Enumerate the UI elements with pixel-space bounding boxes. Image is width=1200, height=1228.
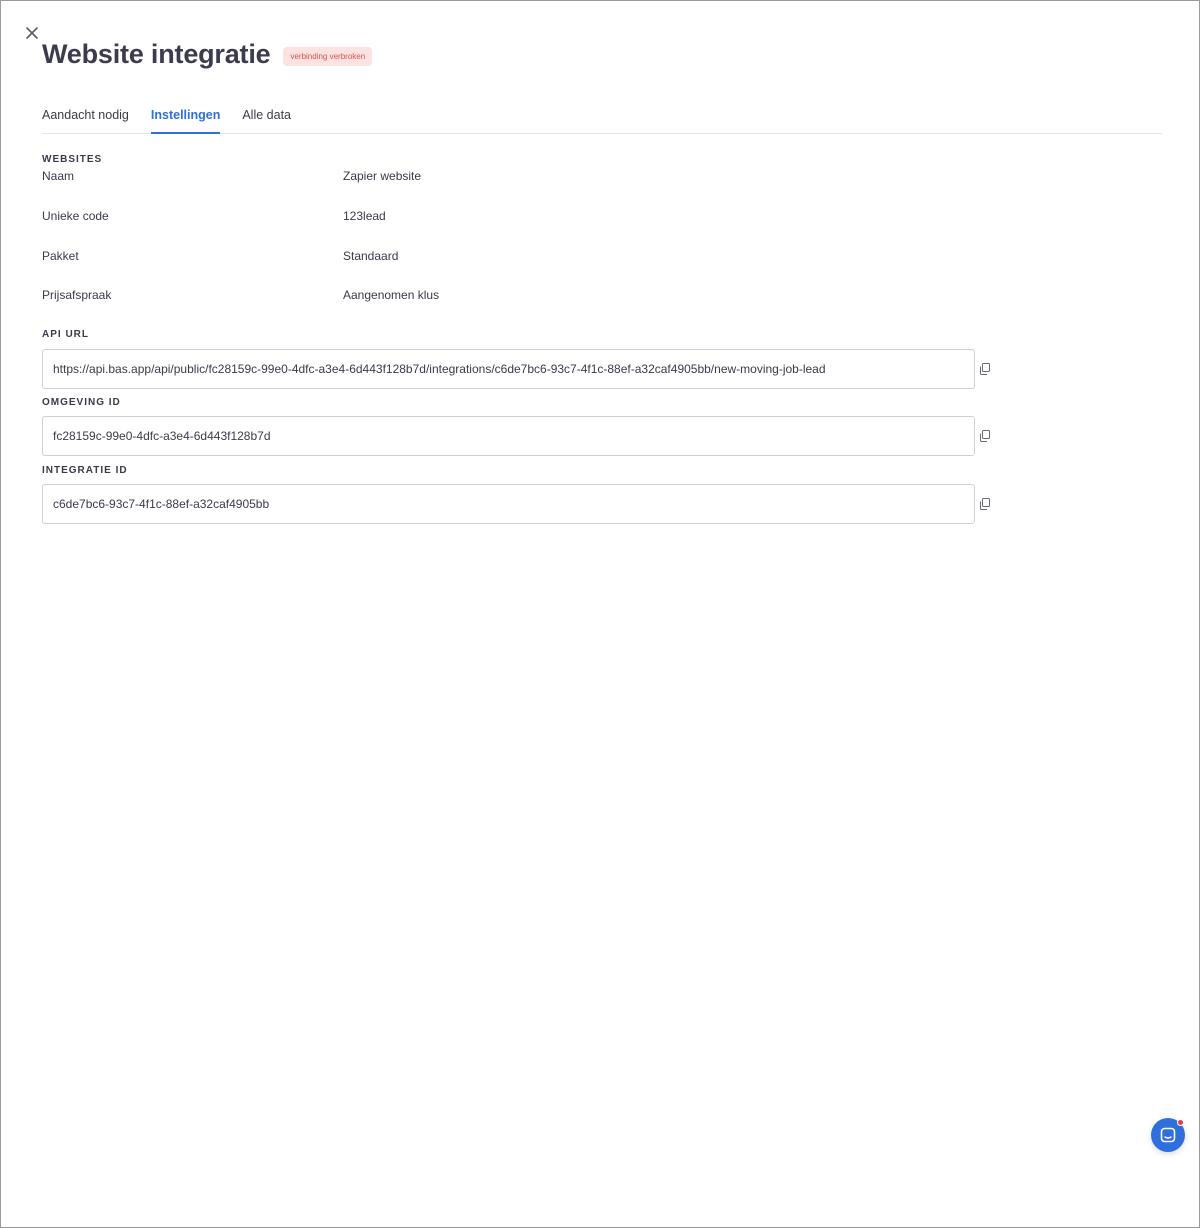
omgeving-id-copy-button[interactable]	[978, 429, 992, 443]
close-icon	[26, 27, 38, 39]
api-url-field[interactable]: https://api.bas.app/api/public/fc28159c-…	[42, 349, 975, 389]
chat-button[interactable]	[1151, 1118, 1185, 1152]
omgeving-id-section-label: OMGEVING ID	[42, 397, 121, 408]
naam-label: Naam	[42, 169, 75, 183]
header: Website integratie verbinding verbroken	[42, 39, 373, 70]
pakket-label: Pakket	[42, 249, 79, 263]
naam-value: Zapier website	[343, 169, 422, 183]
panel: Website integratie verbinding verbroken …	[0, 0, 1200, 1228]
notification-dot	[1177, 1119, 1184, 1126]
copy-icon	[980, 430, 990, 442]
api-url-copy-button[interactable]	[978, 362, 992, 376]
status-badge: verbinding verbroken	[283, 47, 373, 66]
chat-icon	[1160, 1127, 1176, 1143]
tab-instellingen[interactable]: Instellingen	[150, 101, 221, 134]
copy-icon	[980, 363, 990, 375]
integratie-id-copy-button[interactable]	[978, 497, 992, 511]
tab-alle-data[interactable]: Alle data	[242, 101, 291, 134]
unieke-code-label: Unieke code	[42, 209, 109, 223]
integratie-id-field[interactable]: c6de7bc6-93c7-4f1c-88ef-a32caf4905bb	[42, 484, 975, 524]
tab-bar: Aandacht nodig Instellingen Alle data	[42, 101, 1162, 134]
unieke-code-value: 123lead	[343, 209, 386, 223]
websites-section-label: WEBSITES	[42, 154, 103, 165]
tab-aandacht-nodig[interactable]: Aandacht nodig	[42, 101, 129, 134]
integratie-id-section-label: INTEGRATIE ID	[42, 465, 128, 476]
prijsafspraak-label: Prijsafspraak	[42, 288, 112, 302]
copy-icon	[980, 498, 990, 510]
prijsafspraak-value: Aangenomen klus	[343, 288, 440, 302]
close-button[interactable]	[23, 24, 41, 42]
api-url-section-label: API URL	[42, 329, 89, 340]
omgeving-id-field[interactable]: fc28159c-99e0-4dfc-a3e4-6d443f128b7d	[42, 416, 975, 456]
page-title: Website integratie	[42, 39, 271, 69]
pakket-value: Standaard	[343, 249, 399, 263]
